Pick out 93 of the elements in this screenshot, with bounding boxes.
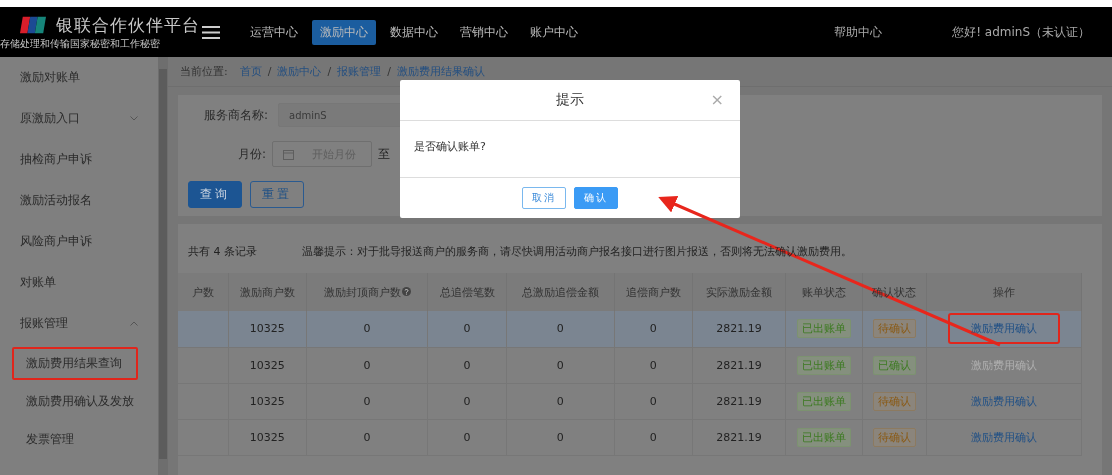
confirm-link[interactable]: 激励费用确认 (947, 313, 1060, 345)
security-notice: 存储处理和传输国家秘密和工作秘密 (0, 36, 161, 51)
breadcrumb-link[interactable]: 报账管理 (337, 64, 382, 79)
sidebar-subitem[interactable]: 激励费用确认及发放 (12, 384, 140, 418)
table-cell: 2821.19 (692, 383, 786, 419)
table-cell: 0 (506, 311, 615, 347)
table-row[interactable]: 10325 0 0 0 0 2821.19 已出账单 待确认 激励费用确认 (178, 383, 1082, 419)
table-cell: 0 (614, 311, 693, 347)
table-cell: 10325 (228, 383, 307, 419)
breadcrumb-separator: / (327, 65, 332, 78)
table-cell: 0 (614, 383, 693, 419)
breadcrumb-link[interactable]: 首页 (239, 64, 262, 79)
dialog-title: 提示 (556, 91, 584, 109)
status-tag: 已出账单 (797, 427, 852, 447)
sidebar-subitem[interactable]: 发票管理 (12, 422, 138, 456)
nav-tab[interactable]: 营销中心 (452, 19, 516, 45)
table-cell: 2821.19 (692, 311, 786, 347)
nav-tab[interactable]: 运营中心 (242, 19, 306, 45)
nav-tab[interactable]: 账户中心 (522, 19, 586, 45)
column-header: 账单状态 (785, 273, 863, 311)
nav-tab[interactable]: 数据中心 (382, 19, 446, 45)
column-header: 激励封顶商户数 (306, 273, 428, 311)
column-header: 操作 (926, 273, 1082, 311)
breadcrumb-separator: / (387, 65, 391, 78)
status-tag: 已出账单 (797, 391, 852, 411)
confirm-link[interactable]: 激励费用确认 (947, 421, 1060, 453)
table-cell: 10325 (228, 419, 307, 455)
table-cell: 0 (506, 383, 615, 419)
nav-tab[interactable]: 激励中心 (312, 19, 376, 45)
column-header: 户数 (178, 273, 228, 311)
menu-icon[interactable] (202, 25, 220, 39)
help-icon[interactable] (401, 286, 411, 296)
table-cell: 0 (614, 419, 693, 455)
month-label: 月份: (236, 145, 266, 163)
sidebar-item[interactable]: 激励对账单 (0, 57, 158, 98)
column-header: 实际激励金额 (692, 273, 786, 311)
cancel-button[interactable]: 取消 (522, 187, 566, 209)
platform-title: 银联合作伙伴平台 (56, 13, 200, 37)
table-cell: 0 (427, 347, 507, 383)
sidebar-item[interactable]: 报账管理 (0, 303, 158, 344)
breadcrumb-label: 当前位置: (180, 64, 228, 79)
status-tag: 已出账单 (797, 355, 852, 375)
close-button[interactable]: × (710, 90, 724, 109)
table-cell: 10325 (228, 347, 307, 383)
logo-icon (20, 16, 46, 34)
dialog-message: 是否确认账单? (414, 140, 486, 153)
table-cell: 10325 (228, 311, 307, 347)
column-header: 总追偿笔数 (427, 273, 507, 311)
status-tag: 待确认 (872, 427, 916, 447)
table-cell: 0 (427, 383, 507, 419)
sidebar-item[interactable]: 抽检商户申诉 (0, 139, 158, 180)
status-tag: 已出账单 (797, 319, 852, 339)
table-cell: 0 (427, 419, 507, 455)
sidebar-item[interactable]: 激励活动报名 (0, 180, 158, 221)
provider-label: 服务商名称: (202, 106, 268, 124)
chevron-down-icon (130, 116, 138, 121)
table-row[interactable]: 10325 0 0 0 0 2821.19 已出账单 待确认 激励费用确认 (178, 419, 1082, 455)
table-cell: 0 (306, 347, 428, 383)
calendar-icon (283, 148, 294, 160)
table-cell: 0 (306, 419, 428, 455)
table-cell: 2821.19 (692, 419, 786, 455)
table-cell: 0 (427, 311, 507, 347)
column-header: 追偿商户数 (614, 273, 693, 311)
user-greeting[interactable]: 您好! adminS（未认证） (952, 23, 1090, 41)
confirm-link[interactable]: 激励费用确认 (947, 385, 1060, 417)
help-link[interactable]: 帮助中心 (834, 23, 883, 41)
scrollbar-thumb[interactable] (159, 69, 167, 459)
table-row[interactable]: 10325 0 0 0 0 2821.19 已出账单 待确认 激励费用确认 (178, 311, 1082, 347)
column-header: 确认状态 (862, 273, 927, 311)
sidebar-item[interactable]: 对账单 (0, 262, 158, 303)
column-header: 激励商户数 (228, 273, 307, 311)
breadcrumb-separator: / (267, 65, 272, 78)
table-cell: 0 (306, 383, 428, 419)
record-count: 共有 4 条记录 (188, 244, 257, 259)
sidebar-subitem[interactable]: 激励费用结果查询 (12, 346, 138, 380)
table-cell: 2821.19 (692, 347, 786, 383)
query-button[interactable]: 查询 (188, 181, 242, 208)
table-cell: 0 (506, 419, 615, 455)
sidebar-item[interactable]: 风险商户申诉 (0, 221, 158, 262)
table-cell: 0 (614, 347, 693, 383)
table-cell: 0 (306, 311, 428, 347)
reset-button[interactable]: 重置 (250, 181, 304, 208)
confirm-button[interactable]: 确认 (574, 187, 618, 209)
sidebar-item[interactable]: 原激励入口 (0, 98, 158, 139)
status-tag: 待确认 (872, 319, 916, 339)
range-separator: 至 (378, 145, 390, 163)
status-tag: 待确认 (872, 391, 916, 411)
table-cell: 0 (506, 347, 615, 383)
chevron-up-icon (130, 321, 138, 326)
status-tag: 已确认 (872, 355, 916, 375)
breadcrumb-link[interactable]: 激励中心 (277, 64, 322, 79)
breadcrumb-link[interactable]: 激励费用结果确认 (396, 64, 485, 79)
column-header: 总激励追偿金额 (506, 273, 615, 311)
